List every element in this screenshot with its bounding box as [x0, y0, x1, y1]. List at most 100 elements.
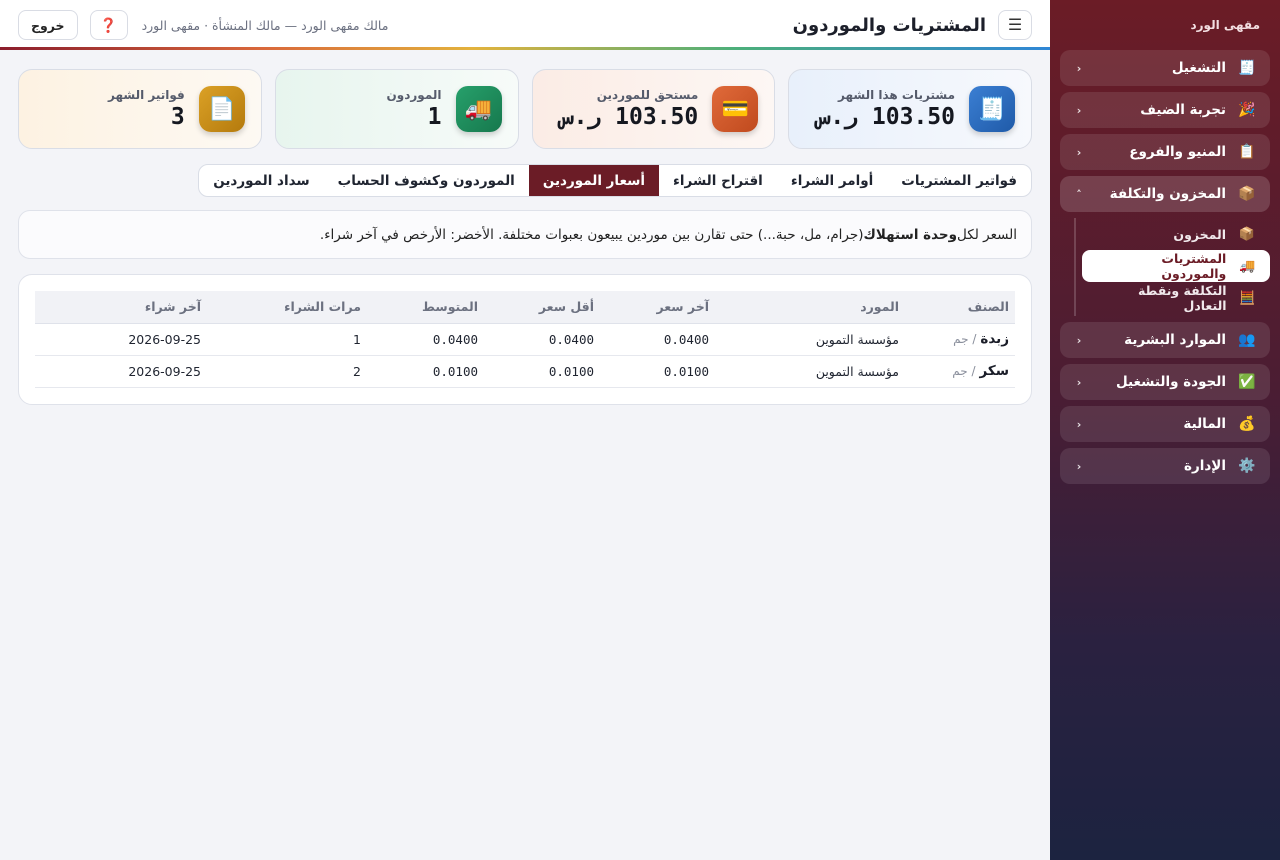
brand-name: مقهى الورد	[1190, 18, 1260, 32]
logout-button[interactable]: خروج	[18, 10, 78, 40]
sidebar-item-inventory[interactable]: 📦 المخزون	[1082, 218, 1270, 250]
stat-card-suppliers: 🚚 الموردون 1	[274, 69, 519, 149]
check-icon: ✅	[1238, 374, 1256, 390]
truck-icon: 🚚	[455, 86, 502, 132]
sidebar-item-cost-breakeven[interactable]: 🧮 التكلفة ونقطة التعادل	[1082, 282, 1270, 314]
info-note: السعر لكل وحدة استهلاك (جرام، مل، حبة...…	[18, 210, 1032, 259]
cell-average: 0.0100	[367, 355, 484, 388]
content: 🧾 مشتريات هذا الشهر 103.50 ر.س 💳 مستحق ل…	[0, 50, 1050, 405]
stats-row: 🧾 مشتريات هذا الشهر 103.50 ر.س 💳 مستحق ل…	[18, 69, 1032, 149]
tabs-wrapper: فواتير المشتريات أوامر الشراء اقتراح الش…	[18, 164, 1032, 197]
cell-item: سكر / جم	[905, 355, 1015, 388]
inventory-submenu: 📦 المخزون 🚚 المشتريات والموردون 🧮 التكلف…	[1060, 218, 1270, 316]
cell-purchase-count: 2	[207, 355, 367, 388]
abacus-icon: 🧮	[1239, 290, 1256, 306]
item-unit: / جم	[953, 332, 977, 346]
cell-last-price: 0.0400	[600, 323, 715, 356]
package-icon: 📦	[1238, 226, 1256, 242]
tab-bar: فواتير المشتريات أوامر الشراء اقتراح الش…	[198, 164, 1032, 197]
note-text-before: السعر لكل	[957, 226, 1017, 243]
prices-table-card: الصنف المورد آخر سعر أقل سعر المتوسط مرا…	[18, 274, 1032, 405]
chevron-left-icon: ‹	[1076, 375, 1082, 389]
table-header-row: الصنف المورد آخر سعر أقل سعر المتوسط مرا…	[35, 291, 1015, 324]
help-button[interactable]: ❓	[89, 10, 128, 40]
cell-min-price: 0.0100	[484, 355, 600, 388]
tab-suppliers-statements[interactable]: الموردون وكشوف الحساب	[324, 165, 529, 196]
note-text-after: (جرام، مل، حبة...) حتى تقارن بين موردين …	[319, 226, 864, 243]
col-item: الصنف	[905, 291, 1015, 324]
stat-card-monthly-purchases: 🧾 مشتريات هذا الشهر 103.50 ر.س	[788, 69, 1032, 149]
stat-value: 103.50 ر.س	[816, 104, 955, 130]
nav-group-label: المخزون والتكلفة	[1109, 186, 1226, 202]
col-min-price: أقل سعر	[484, 291, 600, 324]
nav-group-inventory-cost[interactable]: 📦 المخزون والتكلفة ˄	[1060, 176, 1270, 212]
sidebar-item-purchases-suppliers[interactable]: 🚚 المشتريات والموردون	[1082, 250, 1270, 282]
note-text-bold: وحدة استهلاك	[863, 226, 958, 243]
chevron-left-icon: ‹	[1076, 103, 1082, 117]
table-row: سكر / جم مؤسسة التموين 0.0100 0.0100 0.0…	[35, 355, 1015, 388]
nav-group-label: التشغيل	[1171, 60, 1226, 76]
nav-group-quality[interactable]: ✅ الجودة والتشغيل ‹	[1060, 364, 1270, 400]
clipboard-icon: 📋	[1238, 144, 1256, 160]
table-row: زبدة / جم مؤسسة التموين 0.0400 0.0400 0.…	[35, 323, 1015, 356]
stat-card-monthly-invoices: 📄 فواتير الشهر 3	[18, 69, 262, 149]
sidebar-item-label: المشتريات والموردون	[1161, 251, 1227, 281]
nav-group-finance[interactable]: 💰 المالية ‹	[1060, 406, 1270, 442]
cell-purchase-count: 1	[207, 323, 367, 356]
nav-group-operations[interactable]: 🧾 التشغيل ‹	[1060, 50, 1270, 86]
receipt-icon: 🧾	[1238, 60, 1256, 76]
cell-item: زبدة / جم	[905, 323, 1015, 356]
chevron-left-icon: ‹	[1076, 417, 1082, 431]
question-icon: ❓	[99, 16, 118, 33]
nav-group-label: الموارد البشرية	[1124, 332, 1226, 348]
nav-group-guest-experience[interactable]: 🎉 تجربة الضيف ‹	[1060, 92, 1270, 128]
nav-group-label: الجودة والتشغيل	[1115, 374, 1226, 390]
col-purchase-count: مرات الشراء	[207, 291, 367, 324]
cell-last-purchase: 2026-09-25	[35, 323, 207, 356]
chevron-left-icon: ‹	[1076, 459, 1082, 473]
nav-group-hr[interactable]: 👥 الموارد البشرية ‹	[1060, 322, 1270, 358]
item-name: سكر	[979, 363, 1009, 379]
tab-purchase-orders[interactable]: أوامر الشراء	[777, 165, 887, 196]
nav-group-label: المنيو والفروع	[1129, 144, 1226, 160]
col-last-price: آخر سعر	[600, 291, 715, 324]
col-average: المتوسط	[367, 291, 484, 324]
user-context-label: مالك مقهى الورد — مالك المنشأة · مقهى ال…	[141, 17, 389, 33]
sidebar: مقهى الورد 🧾 التشغيل ‹ 🎉 تجربة الضيف ‹ 📋…	[1050, 0, 1280, 860]
stat-label: الموردون	[386, 88, 442, 102]
page-title: المشتريات والموردون	[792, 14, 986, 36]
stat-label: مشتريات هذا الشهر	[837, 88, 955, 102]
tab-supplier-prices[interactable]: أسعار الموردين	[528, 165, 660, 196]
stat-value: 1	[427, 104, 442, 130]
stat-label: فواتير الشهر	[107, 88, 185, 102]
truck-icon: 🚚	[1239, 258, 1256, 274]
sidebar-item-label: التكلفة ونقطة التعادل	[1137, 283, 1227, 313]
nav-group-menu-branches[interactable]: 📋 المنيو والفروع ‹	[1060, 134, 1270, 170]
credit-card-icon: 💳	[712, 86, 759, 132]
gear-icon: ⚙️	[1238, 458, 1256, 474]
main-area: ☰ المشتريات والموردون مالك مقهى الورد — …	[0, 0, 1050, 860]
tab-supplier-payments[interactable]: سداد الموردين	[199, 165, 323, 196]
tab-purchase-invoices[interactable]: فواتير المشتريات	[887, 165, 1031, 196]
people-icon: 👥	[1238, 332, 1256, 348]
nav-group-label: تجربة الضيف	[1140, 102, 1226, 118]
receipt-icon: 🧾	[969, 86, 1015, 132]
party-icon: 🎉	[1238, 102, 1256, 118]
menu-toggle-button[interactable]: ☰	[998, 10, 1032, 40]
item-name: زبدة	[980, 331, 1009, 347]
topbar: ☰ المشتريات والموردون مالك مقهى الورد — …	[0, 0, 1050, 50]
supplier-prices-table: الصنف المورد آخر سعر أقل سعر المتوسط مرا…	[35, 291, 1015, 388]
col-supplier: المورد	[715, 291, 905, 324]
stat-value: 103.50 ر.س	[559, 104, 699, 130]
package-icon: 📦	[1238, 186, 1256, 202]
tab-purchase-suggestion[interactable]: اقتراح الشراء	[659, 165, 777, 196]
sidebar-item-label: المخزون	[1173, 226, 1226, 242]
cell-average: 0.0400	[367, 323, 484, 356]
document-icon: 📄	[198, 86, 245, 132]
nav-group-admin[interactable]: ⚙️ الإدارة ‹	[1060, 448, 1270, 484]
col-last-purchase: آخر شراء	[35, 291, 207, 324]
item-unit: / جم	[952, 364, 976, 378]
stat-card-due-to-suppliers: 💳 مستحق للموردين 103.50 ر.س	[531, 69, 776, 149]
cell-last-price: 0.0100	[600, 355, 715, 388]
stat-label: مستحق للموردين	[596, 88, 699, 102]
